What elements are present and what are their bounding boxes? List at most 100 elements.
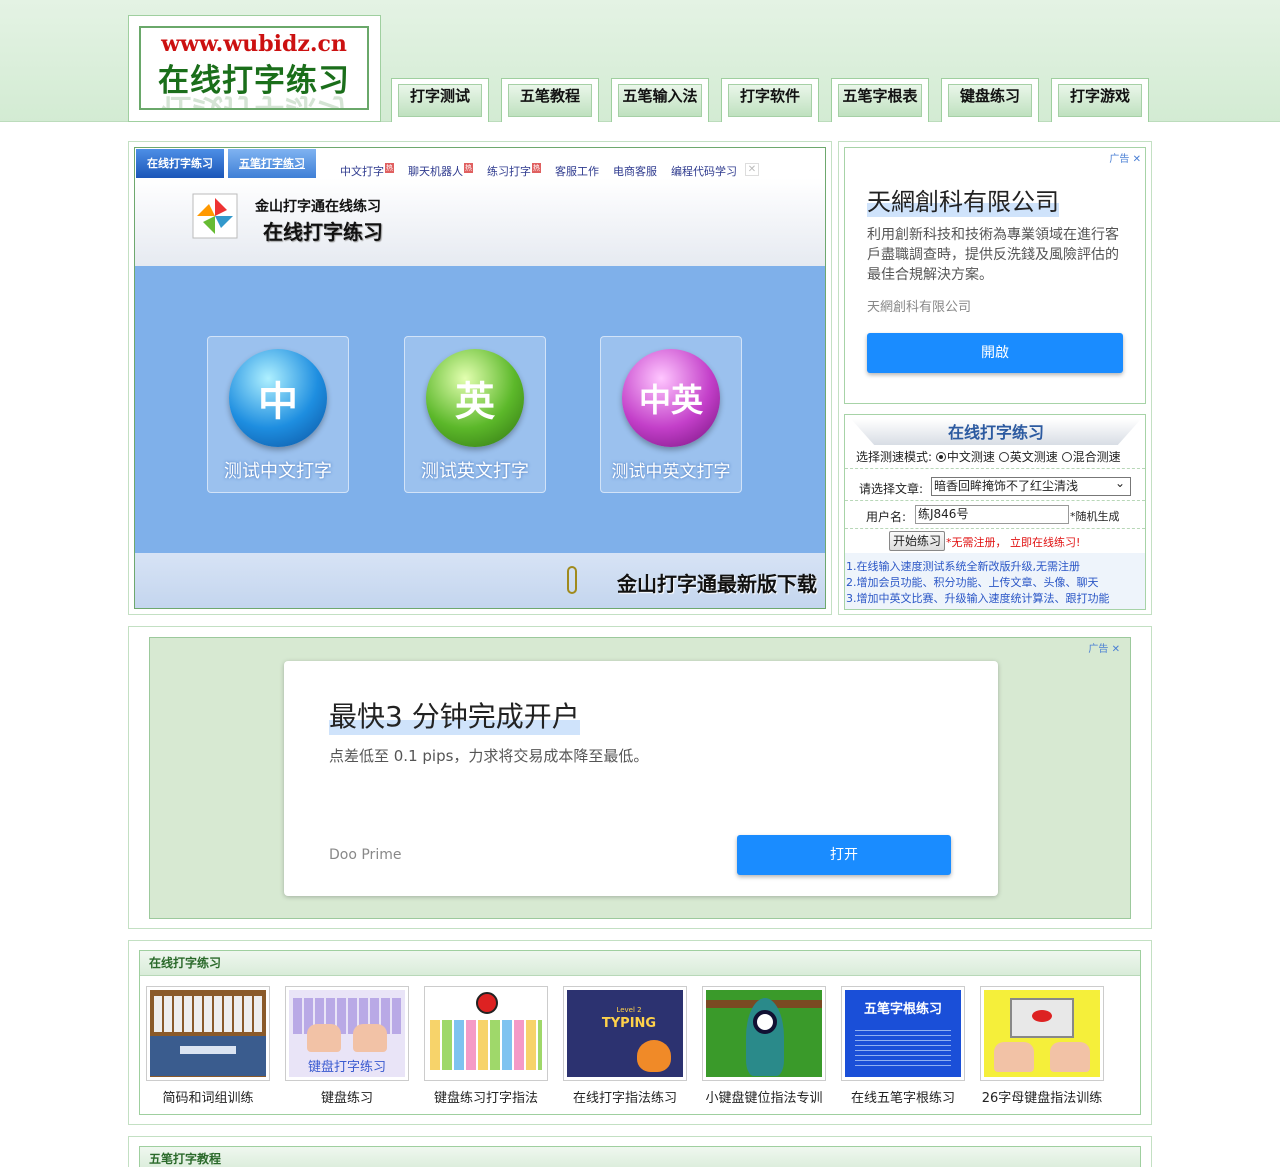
nav-tab-games[interactable]: 打字游戏 — [1051, 78, 1149, 122]
link-customer-service[interactable]: 客服工作 — [555, 163, 599, 179]
thumb-caption: 键盘练习打字指法 — [433, 1091, 538, 1106]
link-ecommerce-service[interactable]: 电商客服 — [613, 163, 657, 179]
nav-tab-wubi-ime[interactable]: 五笔输入法 — [611, 78, 709, 122]
article-select[interactable]: 暗香回眸掩饰不了红尘清浅 — [931, 475, 1131, 496]
site-header: www.wubidz.cn 在线打字练习 在线打字练习 打字测试 五笔教程 五笔… — [0, 0, 1280, 122]
nav-tab-wubi-tutorial[interactable]: 五笔教程 — [501, 78, 599, 122]
download-link[interactable]: 金山打字通最新版下载 — [617, 568, 817, 597]
practice-item-fingering[interactable]: 键盘练习打字指法 — [424, 986, 548, 1106]
card-mixed-test[interactable]: 中英 测试中英文打字 — [600, 336, 742, 493]
user-row: 用户名: 练J846号 *随机生成 — [845, 501, 1145, 529]
practice-section-title: 在线打字练习 — [140, 951, 1140, 976]
english-ball-icon: 英 — [426, 349, 524, 447]
thumb-text: 键盘打字练习 — [307, 1060, 386, 1075]
practice-thumbs: 简码和词组训练 键盘打字练习 键盘练习 键盘练习打字指法 Level 2 TYP… — [146, 986, 1104, 1106]
practice-item-shortcode[interactable]: 简码和词组训练 — [146, 986, 270, 1106]
app-title: 在线打字练习 — [263, 220, 383, 244]
start-button[interactable]: 开始练习 — [889, 531, 945, 551]
mixed-ball-icon: 中英 — [622, 349, 720, 447]
radio-icon — [1061, 452, 1072, 462]
logo-url: www.wubidz.cn — [161, 31, 347, 57]
nav-tab-typing-software[interactable]: 打字软件 — [721, 78, 819, 122]
chinese-ball-icon: 中 — [229, 349, 327, 447]
thumb-caption: 键盘练习 — [320, 1091, 373, 1106]
tab-online-typing[interactable]: 在线打字练习 — [136, 149, 224, 178]
note-item: 1.在线输入速度测试系统全新改版升级,无需注册 — [846, 560, 1080, 573]
username-note: *随机生成 — [1070, 510, 1120, 523]
article-row: 请选择文章: 暗香回眸掩饰不了红尘清浅 — [845, 473, 1145, 501]
ad-source: Doo Prime — [329, 847, 402, 863]
hot-badge: 热 — [385, 163, 394, 173]
nav-tab-typing-test[interactable]: 打字测试 — [391, 78, 489, 122]
paperclip-icon — [567, 566, 577, 594]
thumb-caption: 简码和词组训练 — [162, 1091, 254, 1106]
tab-wubi-typing[interactable]: 五笔打字练习 — [228, 149, 316, 178]
username-input[interactable]: 练J846号 — [915, 505, 1069, 524]
close-icon[interactable]: ✕ — [745, 163, 759, 176]
thumb-typing-game-image: Level 2 TYPING — [567, 990, 683, 1077]
thumb-hands-image: 键盘打字练习 — [289, 990, 405, 1077]
ad-close-icon: ✕ — [1111, 644, 1120, 655]
link-practice-typing[interactable]: 练习打字热 — [487, 163, 541, 179]
practice-section: 在线打字练习 简码和词组训练 键盘打字练习 键盘练习 键盘练习打字指法 Leve… — [128, 940, 1152, 1125]
note-item: 3.增加中英文比赛、升级输入速度统计算法、跟打功能 — [846, 592, 1110, 605]
card-chinese-test[interactable]: 中 测试中文打字 — [207, 336, 349, 493]
ad-card[interactable]: 最快3 分钟完成开户 点差低至 0.1 pips，力求将交易成本降至最低。 Do… — [284, 661, 998, 896]
ad-text: 利用創新科技和技術為專業領域在進行客戶盡職調查時，提供反洗錢及風險評估的最佳合規… — [867, 227, 1119, 283]
ad-title[interactable]: 天網創科有限公司 — [867, 182, 1059, 217]
ad-badge[interactable]: 广告 ✕ — [1109, 150, 1141, 165]
card-label: 测试中文打字 — [224, 461, 332, 482]
ad-badge[interactable]: 广告 ✕ — [1088, 640, 1120, 655]
thumb-laptop-hands-image — [984, 990, 1100, 1077]
ad-box-main: 广告 ✕ 最快3 分钟完成开户 点差低至 0.1 pips，力求将交易成本降至最… — [149, 637, 1131, 919]
card-label: 测试中英文打字 — [611, 462, 731, 482]
thumb-caption: 26字母键盘指法训练 — [981, 1091, 1103, 1106]
form-title: 在线打字练习 — [851, 419, 1141, 445]
thumb-caption: 小键盘键位指法专训 — [705, 1091, 823, 1106]
mode-row: 选择测速模式: 中文测速 英文测速 混合测速 — [845, 445, 1145, 469]
card-label: 测试英文打字 — [421, 461, 529, 482]
site-logo[interactable]: www.wubidz.cn 在线打字练习 在线打字练习 — [128, 15, 381, 122]
app-footer: 金山打字通最新版下载 — [135, 553, 825, 608]
logo-reflection: 在线打字练习 — [161, 91, 347, 110]
link-chinese-typing[interactable]: 中文打字热 — [340, 163, 394, 179]
app-header: 金山打字通在线练习 在线打字练习 — [135, 178, 825, 266]
radio-mixed[interactable]: 混合测速 — [1061, 450, 1121, 464]
thumb-color-keys-image — [428, 990, 544, 1077]
link-coding[interactable]: 编程代码学习 — [671, 163, 737, 179]
radio-english[interactable]: 英文测速 — [998, 450, 1058, 464]
radio-chinese[interactable]: 中文测速 — [935, 450, 995, 464]
nav-tab-wubi-roots[interactable]: 五笔字根表 — [831, 78, 929, 122]
practice-item-26-letters[interactable]: 26字母键盘指法训练 — [980, 986, 1104, 1106]
app-main: 中 测试中文打字 英 测试英文打字 中英 测试中英文打字 — [135, 266, 825, 553]
ad-box-sidebar: 广告 ✕ 天網創科有限公司 利用創新科技和技術為專業領域在進行客戶盡職調查時，提… — [844, 147, 1146, 404]
card-english-test[interactable]: 英 测试英文打字 — [404, 336, 546, 493]
ad-open-button[interactable]: 開啟 — [867, 333, 1123, 373]
hot-badge: 热 — [464, 163, 473, 173]
radio-icon — [998, 452, 1009, 462]
app-logo-icon — [192, 193, 238, 239]
wubi-section: 五笔打字教程 — [128, 1136, 1152, 1167]
ad-close-icon: ✕ — [1132, 154, 1141, 165]
app-subtitle: 金山打字通在线练习 — [255, 199, 381, 215]
ad-source: 天網創科有限公司 — [867, 300, 972, 315]
app-top-links: 中文打字热 聊天机器人热 练习打字热 客服工作 电商客服 编程代码学习 ✕ — [340, 163, 759, 179]
ad-open-button[interactable]: 打开 — [737, 835, 951, 875]
link-chatbot[interactable]: 聊天机器人热 — [408, 163, 473, 179]
thumb-keyboard-image — [150, 990, 266, 1077]
practice-item-keyboard[interactable]: 键盘打字练习 键盘练习 — [285, 986, 409, 1106]
thumb-wubi-roots-image: 五笔字根练习 — [845, 990, 961, 1077]
practice-item-numpad[interactable]: 小键盘键位指法专训 — [702, 986, 826, 1106]
typing-form: 在线打字练习 选择测速模式: 中文测速 英文测速 混合测速 请选择文章: 暗香回… — [844, 414, 1146, 610]
note-item: 2.增加会员功能、积分功能、上传文章、头像、聊天 — [846, 576, 1099, 589]
hot-badge: 热 — [532, 163, 541, 173]
update-notes: 1.在线输入速度测试系统全新改版升级,无需注册 2.增加会员功能、积分功能、上传… — [845, 553, 1145, 609]
wubi-section-title: 五笔打字教程 — [140, 1147, 1140, 1167]
practice-item-wubi-roots[interactable]: 五笔字根练习 在线五笔字根练习 — [841, 986, 965, 1106]
start-row: 开始练习 *无需注册， 立即在线练习! — [845, 527, 1145, 553]
ad-title[interactable]: 最快3 分钟完成开户 — [329, 695, 580, 735]
start-note: *无需注册， 立即在线练习! — [946, 536, 1081, 549]
main-nav: 打字测试 五笔教程 五笔输入法 打字软件 五笔字根表 键盘练习 打字游戏 — [391, 78, 1149, 122]
practice-item-online-fingering[interactable]: Level 2 TYPING 在线打字指法练习 — [563, 986, 687, 1106]
nav-tab-keyboard[interactable]: 键盘练习 — [941, 78, 1039, 122]
